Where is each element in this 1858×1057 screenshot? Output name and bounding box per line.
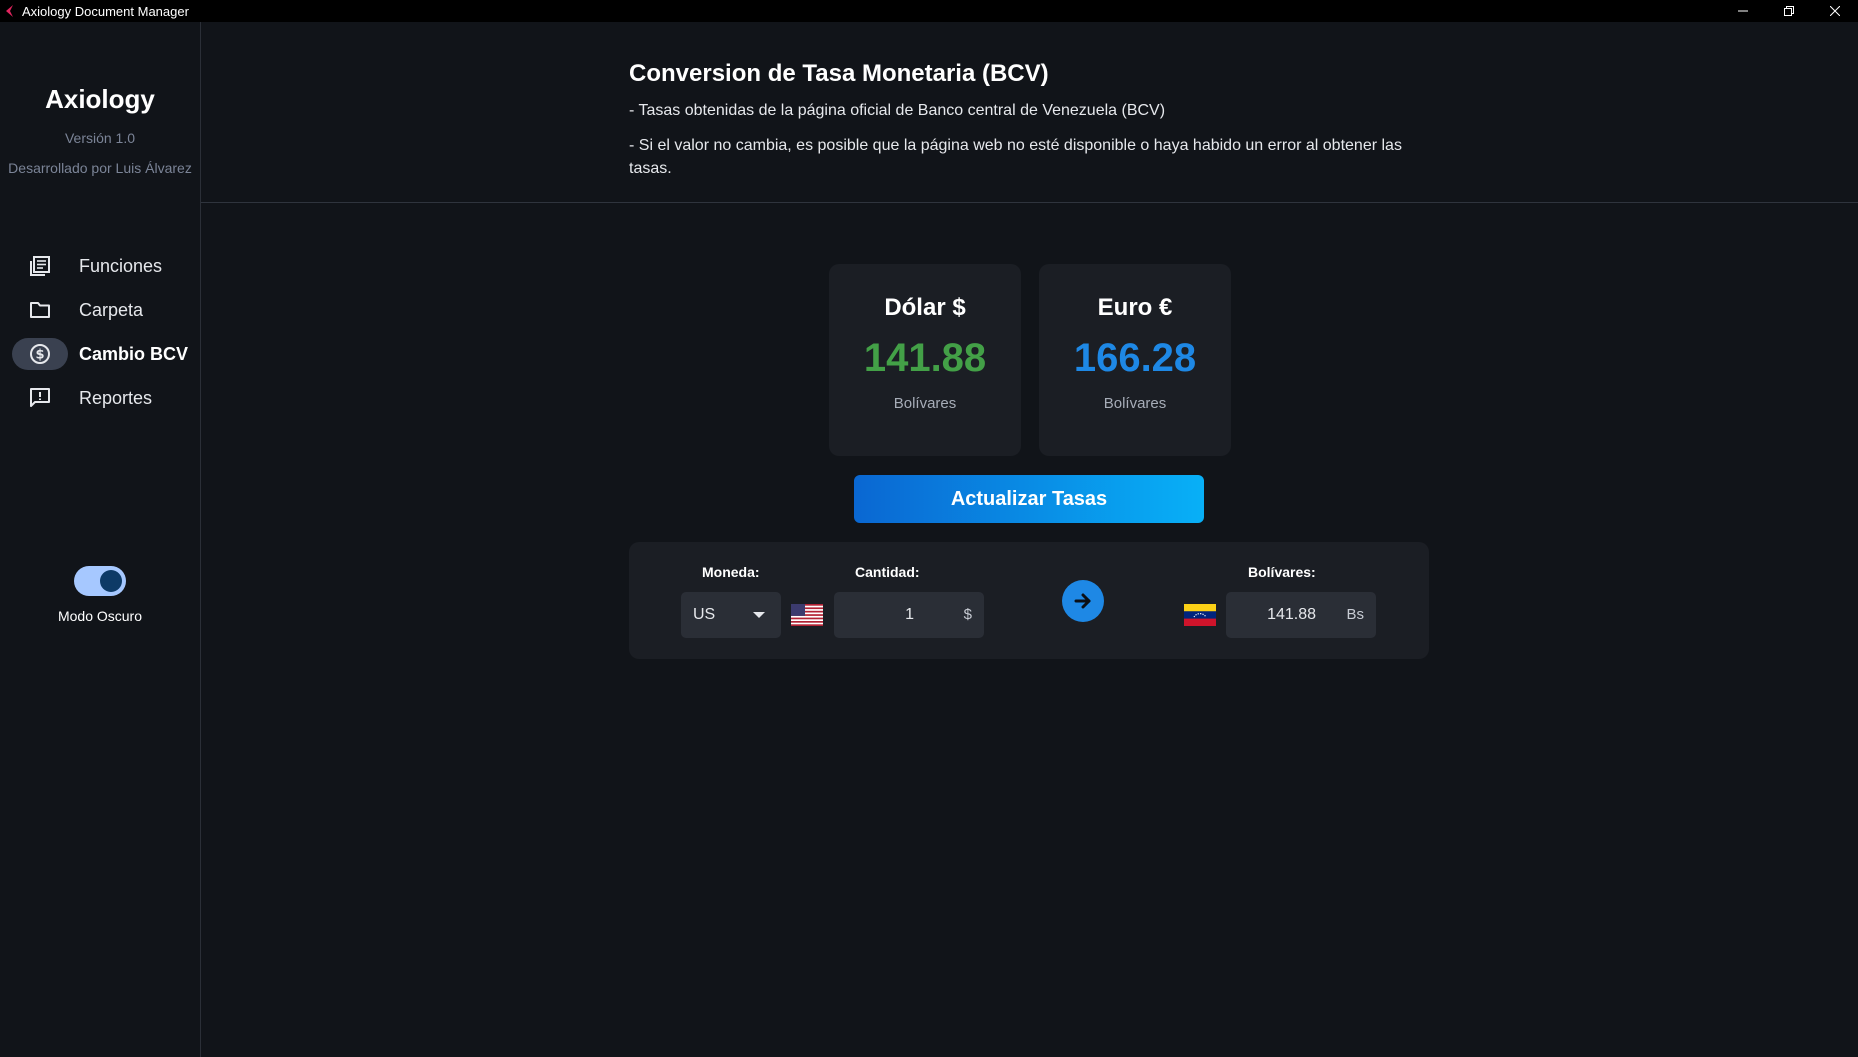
quantity-value: 1 [905,606,914,623]
arrow-right-icon [1074,593,1091,609]
dark-mode-label: Modo Oscuro [57,608,143,624]
us-flag-icon [791,604,823,626]
euro-rate-card: Euro € 166.28 Bolívares [1039,264,1231,456]
chevron-down-icon [753,612,765,618]
currency-label: Moneda: [702,564,760,580]
dollar-rate-unit: Bolívares [893,395,957,412]
folder-icon [12,294,68,326]
result-symbol: Bs [1346,606,1364,623]
dollar-rate-value: 141.88 [863,336,987,380]
result-value: 141.88 [1267,606,1316,623]
convert-button[interactable] [1062,580,1104,622]
result-output[interactable]: 141.88 Bs [1226,592,1376,638]
currency-converter: Moneda: US Cantidad: 1 $ Bolívares: 141.… [629,542,1429,659]
report-icon [12,382,68,414]
venezuela-flag-icon [1184,604,1216,626]
brand-title: Axiology [45,84,155,114]
dollar-rate-card: Dólar $ 141.88 Bolívares [829,264,1021,456]
restore-button[interactable] [1766,0,1812,22]
toggle-knob [100,570,122,592]
version-label: Versión 1.0 [64,130,136,146]
minimize-button[interactable] [1720,0,1766,22]
euro-rate-value: 166.28 [1073,336,1197,380]
document-list-icon [12,250,68,282]
sidebar-item-label: Reportes [79,387,153,408]
currency-select[interactable]: US [681,592,781,638]
dollar-rate-name: Dólar $ [884,294,966,321]
window-title: Axiology Document Manager [22,3,189,19]
sidebar-nav: Funciones Carpeta $ Cambio BCV Reportes [0,244,200,420]
quantity-symbol: $ [963,606,972,623]
svg-text:$: $ [35,348,44,363]
quantity-input[interactable]: 1 $ [834,592,984,638]
window-titlebar: Axiology Document Manager [0,0,1858,22]
author-label: Desarrollado por Luis Álvarez [8,160,192,176]
sidebar-item-funciones[interactable]: Funciones [0,244,200,288]
sidebar-item-carpeta[interactable]: Carpeta [0,288,200,332]
sidebar-item-cambio-bcv[interactable]: $ Cambio BCV [0,332,200,376]
sidebar-item-label: Carpeta [79,299,144,320]
restore-icon [1784,6,1794,16]
sidebar-item-reportes[interactable]: Reportes [0,376,200,420]
close-icon [1830,6,1840,16]
euro-rate-unit: Bolívares [1103,395,1167,412]
sidebar-item-label: Cambio BCV [79,343,189,364]
update-rates-button[interactable]: Actualizar Tasas [854,475,1204,523]
page-description-line2: - Si el valor no cambia, es posible que … [629,137,1402,177]
result-label: Bolívares: [1248,564,1316,580]
sidebar: Axiology Versión 1.0 Desarrollado por Lu… [0,22,201,1057]
currency-select-value: US [693,606,716,623]
page-title: Conversion de Tasa Monetaria (BCV) [629,60,1049,87]
quantity-label: Cantidad: [855,564,920,580]
sidebar-item-label: Funciones [79,255,163,276]
dark-mode-toggle[interactable] [74,566,126,596]
app-logo-icon [6,5,13,17]
close-button[interactable] [1812,0,1858,22]
euro-rate-name: Euro € [1097,294,1173,321]
page-description-line1: - Tasas obtenidas de la página oficial d… [629,102,1166,119]
dollar-circle-icon: $ [12,338,68,370]
minimize-icon [1738,10,1748,12]
page-header: Conversion de Tasa Monetaria (BCV) - Tas… [201,22,1858,203]
dark-mode-control: Modo Oscuro [0,566,200,624]
